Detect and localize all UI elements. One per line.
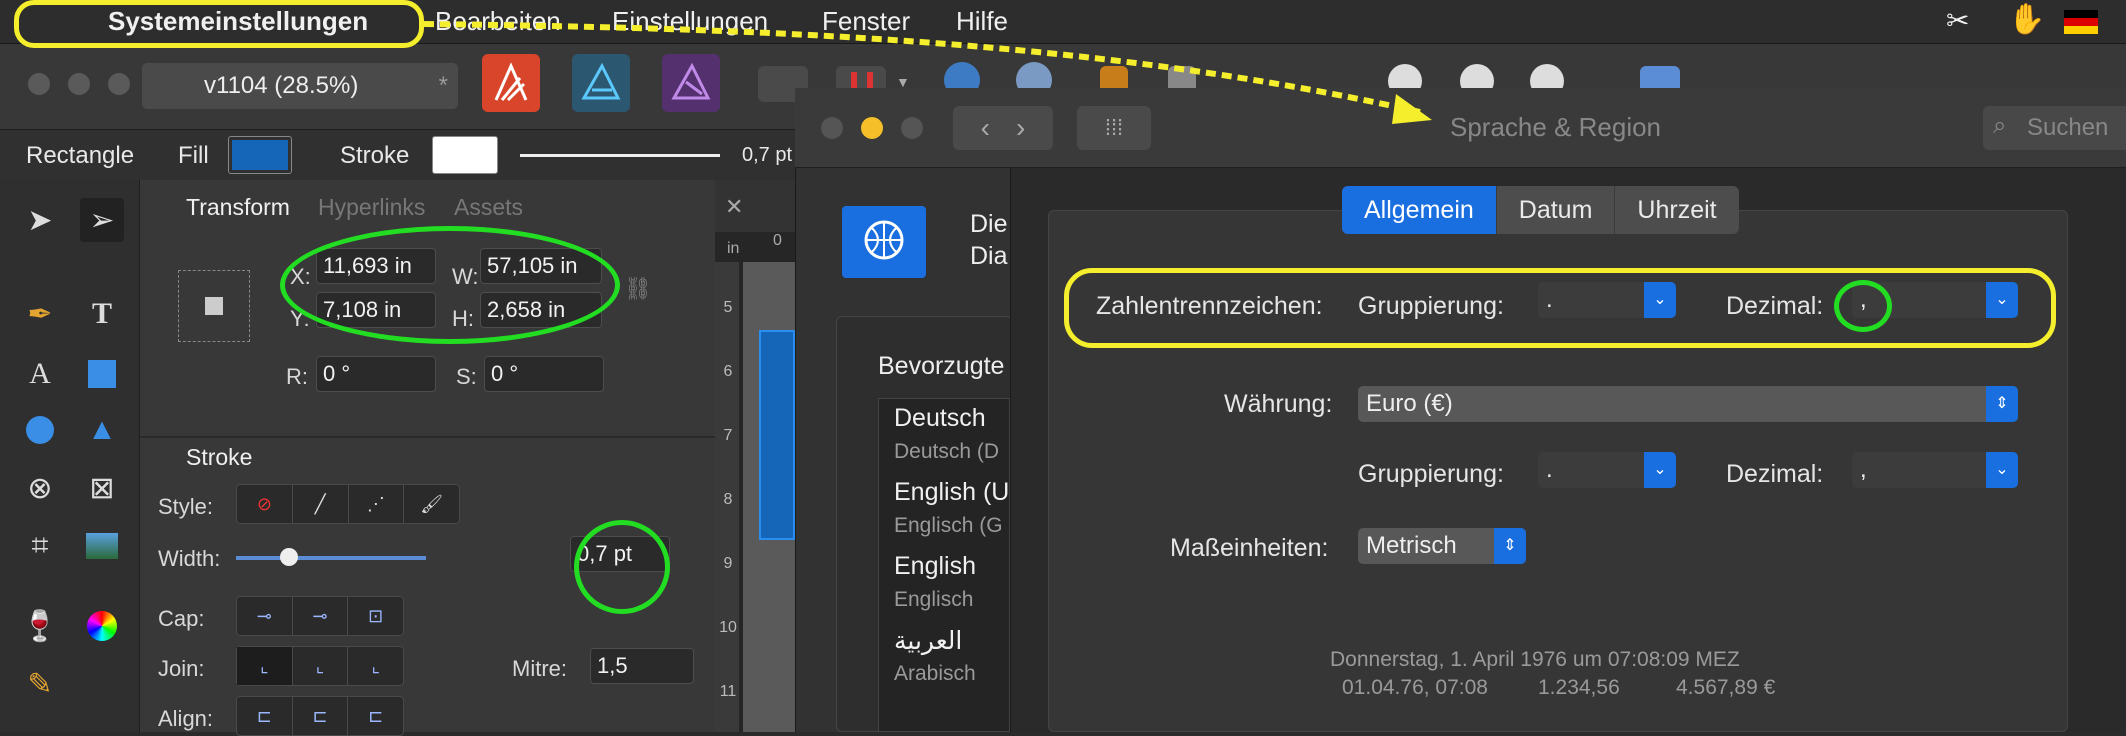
highlight-decimal-comma: [1834, 280, 1892, 332]
annotation-arrow: [423, 21, 1432, 124]
highlight-stroke-width: [574, 520, 670, 614]
highlight-transform-values: [280, 226, 620, 344]
highlight-number-separators: [1064, 268, 2056, 348]
